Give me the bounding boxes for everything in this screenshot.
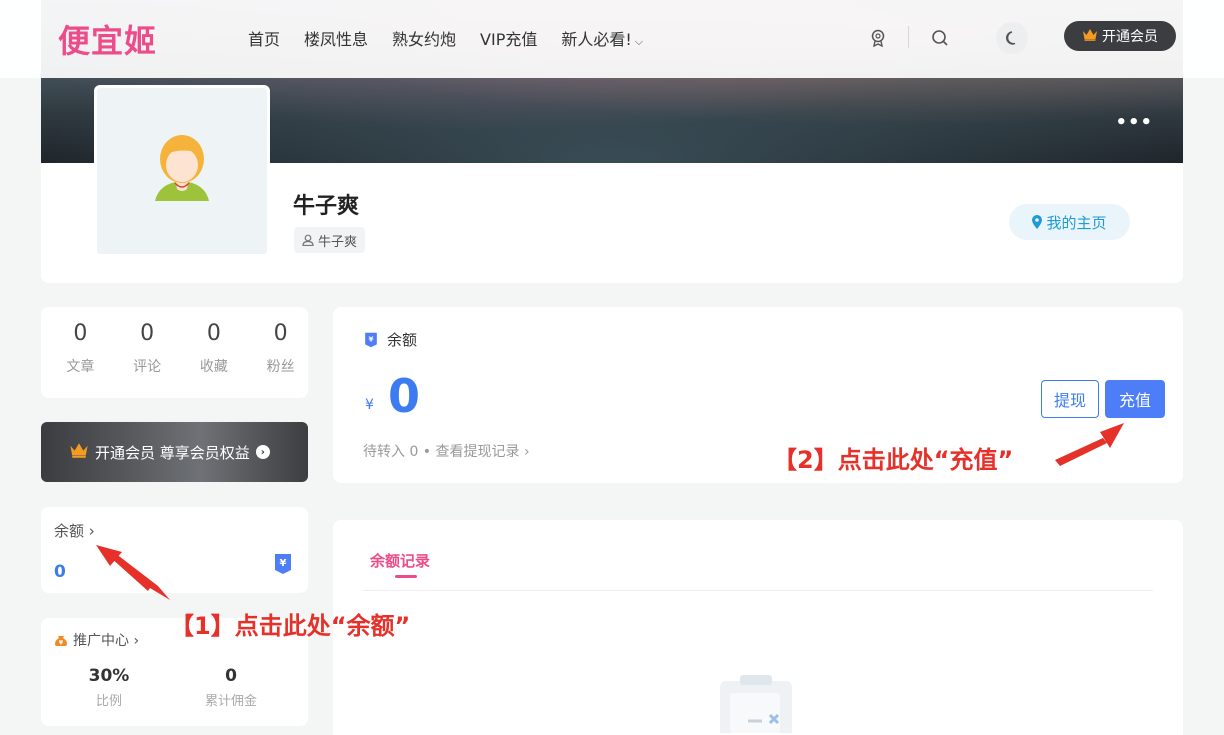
- crown-icon: [69, 442, 89, 462]
- user-stats: 0 文章 0 评论 0 收藏 0 粉丝: [41, 307, 308, 398]
- stat-value: 0: [73, 321, 88, 346]
- avatar-illustration: [155, 135, 209, 201]
- my-homepage-label: 我的主页: [1046, 213, 1107, 232]
- stat-favorites[interactable]: 0 收藏: [187, 321, 242, 398]
- user-handle: 牛子爽: [318, 234, 358, 250]
- user-handle-tag: 牛子爽: [294, 227, 366, 253]
- annotation-step-2: 【2】点击此处“充值”: [773, 446, 1014, 474]
- nav-item-home[interactable]: 首页: [248, 26, 280, 50]
- site-logo[interactable]: 便宜姬: [58, 16, 157, 62]
- stat-value: 0: [273, 321, 288, 346]
- promo-commission-label: 累计佣金: [204, 694, 257, 709]
- balance-card: ¥ 余额 ¥ 0 待转入 0 • 查看提现记录 › 提现 充值: [333, 307, 1183, 483]
- open-vip-button[interactable]: 开通会员: [1064, 21, 1176, 51]
- stat-comments[interactable]: 0 评论: [120, 321, 175, 398]
- balance-records-card: 余额记录: [333, 520, 1183, 735]
- svg-text:¥: ¥: [280, 558, 287, 569]
- withdraw-button[interactable]: 提现: [1041, 380, 1099, 418]
- stat-value: 0: [206, 321, 221, 346]
- stat-value: 0: [140, 321, 155, 346]
- stat-fans[interactable]: 0 粉丝: [253, 321, 308, 398]
- promo-rate: 30% 比例: [59, 666, 159, 709]
- chevron-down-icon: ⌵: [634, 35, 644, 48]
- promotion-center-link[interactable]: ¥ 推广中心 ›: [54, 630, 139, 650]
- promo-commission-value: 0: [225, 666, 237, 686]
- empty-clipboard-icon: [718, 673, 802, 735]
- nav-item-2[interactable]: 熟女约炮: [392, 26, 456, 50]
- crown-icon: [1082, 28, 1098, 45]
- nav-item-newbie-label: 新人必看!: [561, 30, 632, 49]
- more-icon[interactable]: •••: [1115, 112, 1153, 133]
- stat-label: 粉丝: [266, 359, 295, 375]
- avatar[interactable]: [94, 85, 270, 257]
- annotation-step-1: 【1】点击此处“余额”: [170, 612, 411, 640]
- stat-label: 评论: [133, 359, 162, 375]
- recharge-button[interactable]: 充值: [1105, 380, 1165, 418]
- top-header: 便宜姬 首页 楼凤性息 熟女约炮 VIP充值 新人必看! ⌵ 开通会员: [0, 0, 1224, 78]
- withdraw-records-link[interactable]: 待转入 0 • 查看提现记录 ›: [363, 441, 530, 461]
- user-icon: [302, 234, 314, 246]
- stat-articles[interactable]: 0 文章: [53, 321, 108, 398]
- promotion-center-label: 推广中心 ›: [73, 633, 140, 649]
- balance-amount: 0: [388, 369, 421, 423]
- nav-item-1[interactable]: 楼凤性息: [304, 26, 368, 50]
- nav-item-vip[interactable]: VIP充值: [480, 26, 537, 50]
- balance-mini-value: 0: [54, 562, 66, 582]
- tab-balance-records[interactable]: 余额记录: [370, 550, 430, 571]
- open-vip-label: 开通会员: [1102, 29, 1158, 45]
- location-pin-icon: [1032, 215, 1043, 229]
- moon-icon: [1006, 31, 1016, 45]
- currency-symbol: ¥: [365, 397, 374, 413]
- wallet-icon: ¥: [273, 553, 293, 579]
- stat-label: 文章: [66, 359, 95, 375]
- nav-item-newbie[interactable]: 新人必看! ⌵: [561, 26, 643, 50]
- stat-label: 收藏: [199, 359, 228, 375]
- svg-text:¥: ¥: [368, 334, 373, 343]
- vip-benefits-label: 开通会员 尊享会员权益: [95, 443, 250, 462]
- active-tab-indicator: [395, 575, 417, 578]
- search-icon[interactable]: [924, 22, 956, 54]
- balance-title: ¥ 余额: [363, 329, 417, 350]
- tab-divider: [363, 590, 1153, 591]
- promo-commission: 0 累计佣金: [181, 666, 281, 709]
- badge-icon[interactable]: [862, 22, 894, 54]
- vip-benefits-bar[interactable]: 开通会员 尊享会员权益 ›: [41, 422, 308, 482]
- dark-mode-toggle[interactable]: [996, 22, 1028, 54]
- promo-rate-value: 30%: [88, 666, 130, 686]
- chevron-right-icon: ›: [255, 445, 270, 459]
- promo-rate-label: 比例: [95, 694, 122, 709]
- balance-mini-card: 余额 › 0: [41, 507, 308, 593]
- balance-link[interactable]: 余额 ›: [54, 520, 95, 541]
- balance-title-label: 余额: [387, 331, 418, 349]
- main-nav: 首页 楼凤性息 熟女约炮 VIP充值 新人必看! ⌵: [248, 26, 667, 50]
- money-bag-icon: ¥: [55, 636, 67, 647]
- profile-name: 牛子爽: [293, 194, 360, 219]
- wallet-icon: ¥: [365, 332, 377, 347]
- my-homepage-button[interactable]: 我的主页: [1009, 204, 1130, 240]
- header-divider: [908, 26, 909, 48]
